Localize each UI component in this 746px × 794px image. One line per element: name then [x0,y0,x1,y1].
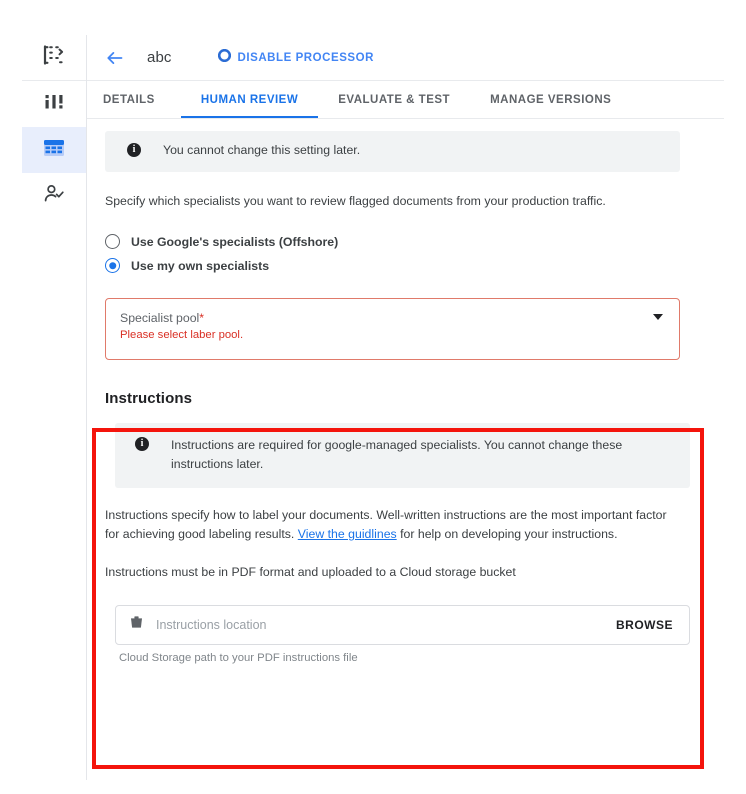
radio-option-own-specialists[interactable]: Use my own specialists [105,254,724,278]
radio-own-specialists-label: Use my own specialists [131,258,270,273]
radio-google-specialists-control[interactable] [105,234,120,249]
radio-option-google-specialists[interactable]: Use Google's specialists (Offshore) [105,230,724,254]
storage-bucket-icon [129,615,144,635]
chevron-down-icon[interactable] [653,313,663,320]
info-icon: i [127,143,141,157]
required-marker: * [199,310,205,325]
specialist-pool-error: Please select laber pool. [120,328,244,341]
instructions-location-hint: Cloud Storage path to your PDF instructi… [119,651,358,664]
info-icon: i [135,436,149,451]
setting-lock-notice: i You cannot change this setting later. [105,131,680,172]
table-icon [43,139,65,162]
sidebar-item-processor-overview[interactable] [22,35,86,81]
main-content: abc DISABLE PROCESSOR DETAILS HUMAN REVI… [87,35,724,780]
instructions-notice: i Instructions are required for google-m… [115,422,690,488]
bar-chart-icon [43,91,65,118]
instructions-section: Instructions i Instructions are required… [105,390,706,664]
instructions-title: Instructions [105,389,193,407]
instructions-paragraph-1-after: for help on developing your instructions… [396,527,618,542]
tab-details-label: DETAILS [103,93,155,106]
disable-processor-label: DISABLE PROCESSOR [237,51,375,64]
sidebar-item-human-review[interactable] [22,173,86,219]
radio-google-specialists-label: Use Google's specialists (Offshore) [131,234,339,249]
radio-own-specialists-control[interactable] [105,258,120,273]
processor-list-icon [42,43,66,72]
instructions-notice-text: Instructions are required for google-man… [171,437,623,471]
instructions-location-field[interactable]: Instructions location BROWSE [115,604,690,645]
tab-human-review[interactable]: HUMAN REVIEW [180,81,319,118]
setting-lock-notice-text: You cannot change this setting later. [163,143,361,157]
page-title: abc [147,49,172,66]
left-nav-rail [22,35,87,780]
sidebar-item-dashboard[interactable] [22,81,86,127]
app-window: abc DISABLE PROCESSOR DETAILS HUMAN REVI… [22,35,724,780]
tab-manage-versions[interactable]: MANAGE VERSIONS [470,81,631,118]
tab-panel-human-review: i You cannot change this setting later. … [87,119,724,780]
circle-ring-icon [217,48,231,67]
tab-manage-versions-label: MANAGE VERSIONS [490,93,612,106]
instructions-paragraph-2: Instructions must be in PDF format and u… [105,564,516,579]
person-check-icon [43,183,65,210]
specialist-pool-label: Specialist pool* [120,311,665,325]
instructions-location-input[interactable]: Instructions location [156,618,616,632]
tab-bar: DETAILS HUMAN REVIEW EVALUATE & TEST MAN… [87,81,724,119]
specialist-source-radio-group: Use Google's specialists (Offshore) Use … [105,230,724,278]
arrow-left-icon[interactable] [103,46,127,70]
page-toolbar: abc DISABLE PROCESSOR [87,35,724,81]
sidebar-item-processors-table[interactable] [22,127,86,173]
human-review-description: Specify which specialists you want to re… [105,193,606,208]
specialist-pool-select[interactable]: Specialist pool* Please select laber poo… [105,297,680,360]
screenshot-root: abc DISABLE PROCESSOR DETAILS HUMAN REVI… [0,0,746,794]
instructions-paragraph-1: Instructions specify how to label your d… [105,506,684,545]
tab-evaluate-and-test[interactable]: EVALUATE & TEST [318,81,470,118]
browse-button[interactable]: BROWSE [616,618,673,632]
tab-evaluate-and-test-label: EVALUATE & TEST [338,93,451,106]
view-guidelines-link[interactable]: View the guidlines [298,527,397,541]
specialist-pool-label-text: Specialist pool [120,310,200,325]
disable-processor-button[interactable]: DISABLE PROCESSOR [217,48,375,67]
tab-human-review-label: HUMAN REVIEW [200,93,299,106]
tab-details[interactable]: DETAILS [103,81,181,118]
